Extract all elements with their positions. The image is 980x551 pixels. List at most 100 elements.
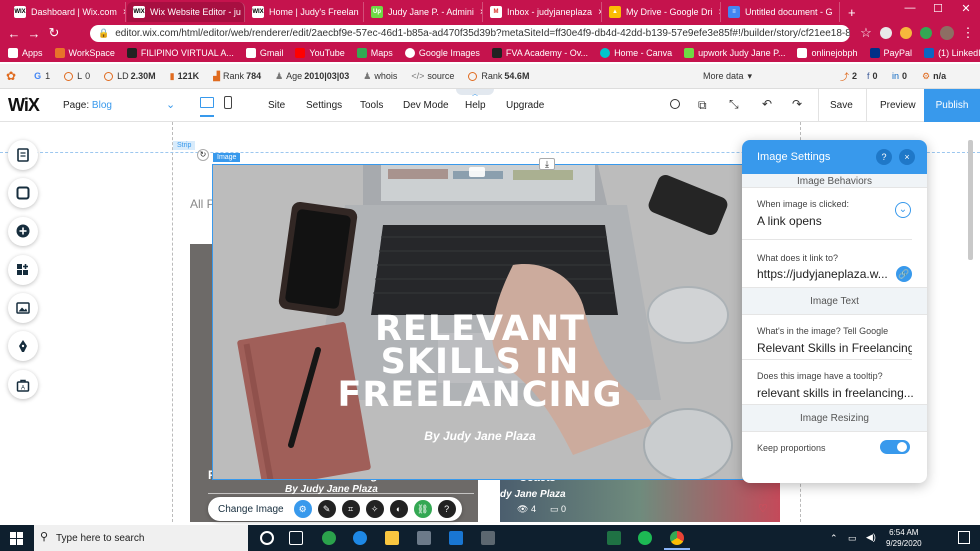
bookmark-linkedin[interactable]: (1) LinkedIn [924, 48, 980, 58]
tooltip-field[interactable]: Does this image have a tooltip? relevant… [742, 360, 927, 404]
page-selector[interactable]: Page: Blog [63, 100, 112, 111]
menu-upgrade[interactable]: Upgrade [506, 100, 544, 111]
edge-icon[interactable] [353, 531, 367, 545]
link-icon[interactable]: 🔗 [896, 266, 912, 282]
help-icon[interactable]: ? [876, 149, 892, 165]
crop-icon[interactable]: ⌗ [341, 500, 360, 518]
publish-button[interactable]: Publish [924, 89, 980, 122]
bookmark-filipino-va[interactable]: FILIPINO VIRTUAL A... [126, 48, 234, 58]
collapse-topbar-icon[interactable]: ︿ [456, 89, 494, 98]
media-button[interactable] [8, 293, 38, 323]
animation-icon[interactable]: ◐ [389, 500, 408, 518]
strip-tag[interactable]: Strip [173, 141, 196, 150]
close-tab-icon[interactable]: × [713, 7, 720, 18]
maximize-icon[interactable]: ☐ [924, 2, 952, 15]
bookmark-youtube[interactable]: YouTube [295, 48, 345, 58]
close-tab-icon[interactable]: × [833, 7, 840, 18]
preview-button[interactable]: Preview [880, 100, 916, 111]
seo-item[interactable]: </> source [411, 71, 454, 81]
windows-start-icon[interactable] [10, 532, 23, 545]
menus-pages-button[interactable] [8, 140, 38, 170]
avatar[interactable] [940, 26, 954, 40]
wix-logo[interactable]: WiX [8, 95, 40, 116]
spotify-icon[interactable] [638, 531, 652, 545]
keep-proportions-toggle[interactable] [880, 440, 910, 454]
menu-dots-icon[interactable]: ⋮ [958, 25, 978, 41]
change-image-button[interactable]: Change Image [208, 504, 294, 515]
close-tab-icon[interactable]: × [241, 7, 244, 18]
seo-item[interactable]: Rank 54.6M [468, 71, 529, 81]
link-target-field[interactable]: What does it link to? https://judyjanepl… [742, 240, 927, 287]
seoquake-icon[interactable]: ✿ [6, 69, 16, 83]
tab-gmail[interactable]: M Inbox - judyjaneplaza× [484, 2, 602, 22]
new-tab-button[interactable]: + [842, 2, 860, 22]
volume-icon[interactable]: ◀) [866, 532, 876, 543]
close-tab-icon[interactable]: × [359, 7, 363, 18]
forward-icon[interactable]: → [24, 26, 44, 41]
tab-dashboard[interactable]: WIX Dashboard | Wix.com× [8, 2, 126, 22]
tab-wix-editor[interactable]: WIX Wix Website Editor - ju× [127, 2, 245, 22]
close-tab-icon[interactable]: × [474, 7, 482, 18]
close-window-icon[interactable]: ✕ [952, 2, 980, 15]
seo-count[interactable]: ⚙ n/a [922, 71, 946, 82]
app-icon[interactable] [481, 531, 495, 545]
menu-dev-mode[interactable]: Dev Mode [403, 100, 449, 111]
undo-icon[interactable]: ↶ [762, 97, 772, 111]
bookmark-apps[interactable]: Apps [8, 48, 43, 58]
bookmark-maps[interactable]: Maps [356, 48, 393, 58]
background-button[interactable] [8, 178, 38, 209]
menu-help[interactable]: Help [465, 100, 486, 111]
settings-gear-icon[interactable]: ⚙ [293, 500, 312, 518]
bookmark-paypal[interactable]: PayPal [869, 48, 912, 58]
more-data-button[interactable]: More data ▾ [703, 71, 752, 82]
add-apps-button[interactable] [8, 254, 38, 285]
menu-tools[interactable]: Tools [360, 100, 383, 111]
enhance-icon[interactable]: ✧ [365, 500, 384, 518]
redo-icon[interactable]: ↷ [792, 97, 802, 111]
edge-chromium-icon[interactable] [322, 531, 336, 545]
back-icon[interactable]: ← [4, 26, 24, 41]
alt-text-field[interactable]: What's in the image? Tell Google Relevan… [742, 315, 912, 360]
seo-item[interactable]: ▟ Rank 784 [213, 71, 261, 82]
seo-count[interactable]: f0 [867, 71, 878, 81]
clock[interactable]: 6:54 AM 9/29/2020 [886, 527, 922, 549]
mobile-view-icon[interactable] [224, 96, 232, 109]
bookmark-star-icon[interactable]: ☆ [856, 25, 876, 41]
save-button[interactable]: Save [830, 100, 853, 111]
close-tab-icon[interactable]: × [117, 7, 125, 18]
menu-site[interactable]: Site [268, 100, 285, 111]
layers-icon[interactable]: ⧉ [698, 98, 707, 113]
seo-item[interactable]: ♟ whois [363, 71, 397, 82]
close-tab-icon[interactable]: × [592, 7, 601, 18]
extension-icon[interactable] [880, 27, 892, 39]
download-icon[interactable]: ⤓ [539, 158, 555, 170]
link-icon[interactable]: ⛓ [413, 500, 432, 518]
canvas-scrollbar[interactable] [968, 140, 973, 260]
excel-icon[interactable] [607, 531, 621, 545]
tab-google-docs[interactable]: ≡ Untitled document - G× [722, 2, 840, 22]
desktop-view-icon[interactable] [200, 97, 214, 108]
chrome-icon[interactable] [670, 531, 684, 545]
bookmark-upwork[interactable]: upwork Judy Jane P... [684, 48, 785, 58]
zoom-out-icon[interactable]: ⤡ [729, 97, 739, 112]
bookmark-canva[interactable]: Home - Canva [600, 48, 672, 58]
seo-item[interactable]: G1 [34, 71, 50, 81]
edit-pen-icon[interactable]: ✎ [317, 500, 336, 518]
tray-chevron-icon[interactable]: ⌃ [830, 533, 838, 544]
minimize-icon[interactable]: — [896, 2, 924, 14]
taskbar-search-box[interactable]: ⚲ Type here to search [34, 525, 248, 551]
extension-icon[interactable] [920, 27, 932, 39]
blog-cover-image[interactable]: RELEVANT SKILLS IN FREELANCING By Judy J… [212, 164, 746, 480]
network-icon[interactable]: ▭ [848, 533, 857, 544]
blog-button[interactable] [8, 331, 38, 362]
bookmark-gmail[interactable]: Gmail [245, 48, 283, 58]
store-icon[interactable] [417, 531, 431, 545]
seo-count[interactable]: in 0 [892, 71, 907, 81]
notifications-icon[interactable] [958, 531, 970, 544]
seo-item[interactable]: L0 [64, 71, 90, 81]
bookmark-onlinejobph[interactable]: onlinejobph [797, 48, 858, 58]
file-explorer-icon[interactable] [385, 531, 399, 545]
bookmark-workspace[interactable]: WorkSpace [54, 48, 115, 58]
search-icon[interactable] [670, 99, 680, 109]
seo-count[interactable]: ⤴ 2 [840, 70, 857, 83]
